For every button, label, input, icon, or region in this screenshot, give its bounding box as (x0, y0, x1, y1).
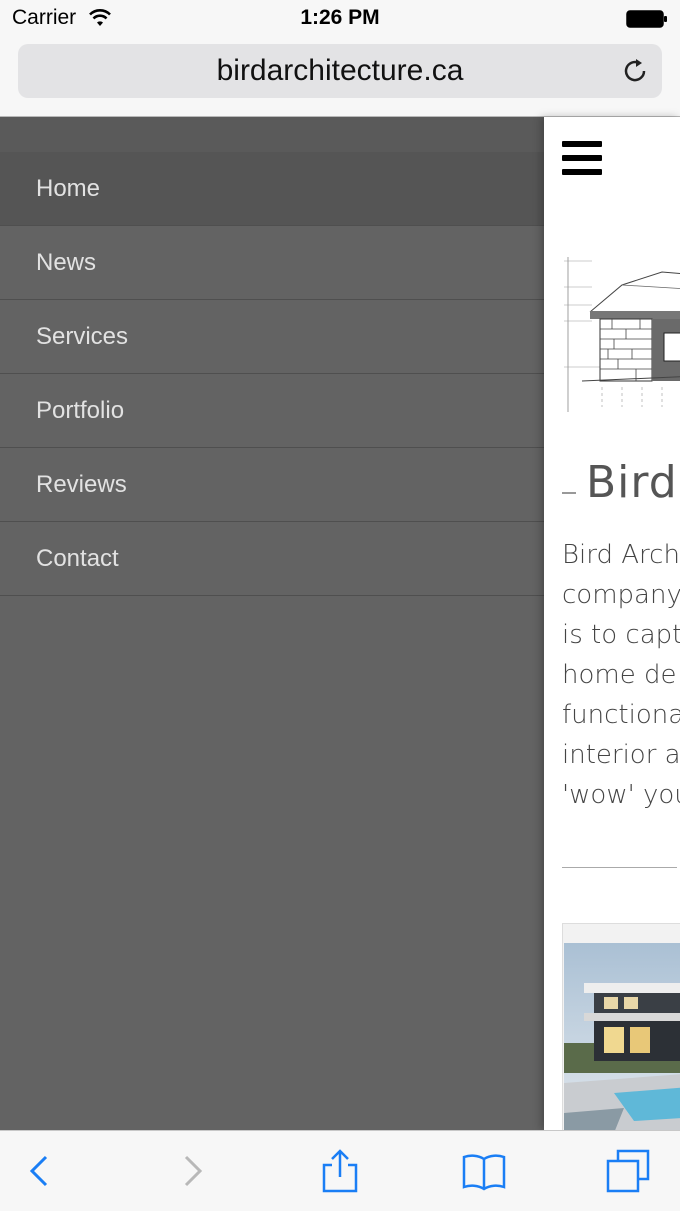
house-photo[interactable] (564, 943, 680, 1130)
menu-item-services[interactable]: Services (0, 300, 544, 374)
side-menu: Home News Services Portfolio Reviews Con… (0, 117, 544, 1130)
menu-item-label: Home (36, 175, 101, 202)
battery-icon (626, 10, 667, 28)
menu-item-label: Services (36, 323, 129, 350)
side-menu-header (0, 117, 544, 152)
menu-item-label: News (36, 249, 97, 276)
address-bar[interactable]: birdarchitecture.ca (18, 44, 662, 98)
menu-item-reviews[interactable]: Reviews (0, 448, 544, 522)
heading-dash (562, 491, 576, 494)
back-icon[interactable] (18, 1149, 62, 1193)
clock: 1:26 PM (300, 6, 380, 29)
paragraph-line: Bird Arch (562, 540, 680, 570)
forward-icon[interactable] (170, 1149, 214, 1193)
menu-item-label: Portfolio (36, 397, 125, 424)
menu-item-portfolio[interactable]: Portfolio (0, 374, 544, 448)
section-divider (562, 867, 677, 868)
share-icon[interactable] (318, 1149, 362, 1193)
tabs-icon[interactable] (606, 1149, 650, 1193)
hamburger-menu-icon[interactable] (562, 141, 602, 175)
status-bar: Carrier 1:26 PM (0, 0, 680, 38)
browser-toolbar (0, 1130, 680, 1211)
reload-icon[interactable] (620, 56, 650, 86)
menu-item-label: Contact (36, 545, 119, 572)
menu-item-label: Reviews (36, 471, 127, 498)
paragraph-line: home de (562, 660, 677, 690)
url-text[interactable]: birdarchitecture.ca (18, 54, 662, 88)
menu-item-news[interactable]: News (0, 226, 544, 300)
intro-paragraph: Bird Arch company is to capt home de fun… (562, 535, 680, 815)
paragraph-line: functiona (562, 700, 680, 730)
bookmarks-icon[interactable] (462, 1149, 506, 1193)
house-elevation-drawing (564, 257, 680, 412)
paragraph-line: company (562, 580, 680, 610)
heading-text: Bird (586, 457, 678, 508)
page-heading: Bird (562, 457, 678, 508)
page-content: Bird Bird Arch company is to capt home d… (544, 117, 680, 1130)
menu-item-home[interactable]: Home (0, 152, 544, 226)
paragraph-line: 'wow' you (562, 780, 680, 810)
paragraph-line: is to capt (562, 620, 680, 650)
menu-item-contact[interactable]: Contact (0, 522, 544, 596)
paragraph-line: interior ar (562, 740, 680, 770)
